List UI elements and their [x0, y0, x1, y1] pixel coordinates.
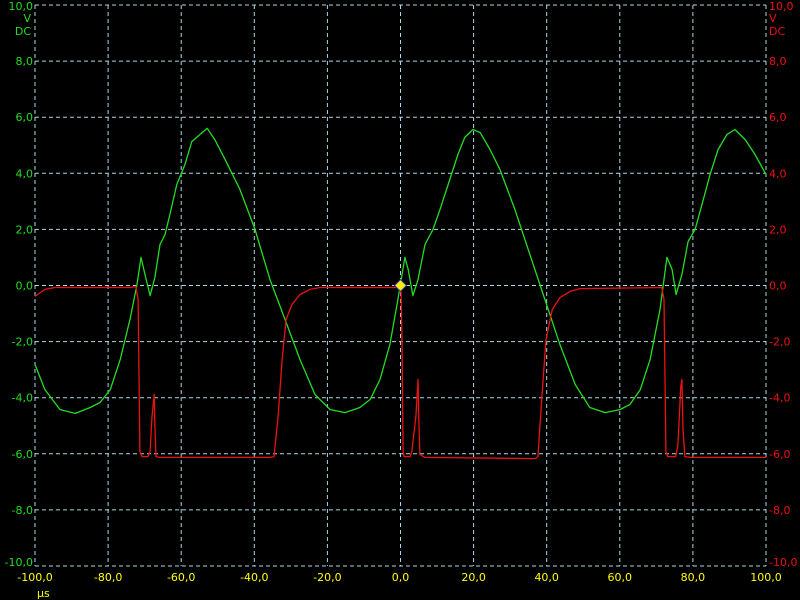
right-y-tick-label: -10,0 [769, 556, 797, 569]
right-coupling-label: DC [769, 25, 785, 38]
left-coupling-label: DC [15, 25, 31, 38]
left-y-tick-label: 0,0 [16, 280, 34, 293]
x-tick-label: -20,0 [313, 571, 341, 584]
x-tick-label: 20,0 [461, 571, 486, 584]
x-tick-label: -80,0 [94, 571, 122, 584]
right-y-tick-label: 10,0 [769, 0, 794, 13]
traces [34, 127, 767, 460]
left-y-tick-label: -10,0 [5, 556, 33, 569]
x-tick-label: 60,0 [608, 571, 633, 584]
x-tick-label: -100,0 [17, 571, 52, 584]
left-y-tick-label: -6,0 [12, 448, 33, 461]
left-y-tick-label: -8,0 [12, 504, 33, 517]
right-unit-label: V [769, 12, 777, 25]
left-y-tick-label: -2,0 [12, 336, 33, 349]
x-tick-label: -60,0 [167, 571, 195, 584]
right-y-tick-label: 0,0 [769, 280, 787, 293]
trigger-marker-icon [393, 278, 408, 293]
left-y-tick-label: 4,0 [16, 167, 34, 180]
right-y-tick-label: 8,0 [769, 55, 787, 68]
left-y-tick-label: -4,0 [12, 392, 33, 405]
left-y-tick-label: 10,0 [9, 0, 34, 13]
x-tick-label: 100,0 [750, 571, 782, 584]
right-y-tick-label: 6,0 [769, 111, 787, 124]
left-unit-label: V [23, 12, 31, 25]
x-tick-label: 80,0 [681, 571, 706, 584]
right-y-tick-label: 2,0 [769, 223, 787, 236]
x-axis-unit-label: µs [37, 587, 50, 600]
oscilloscope-plot: V DC V DC µs -100,0 -80,0 -60,0 -40,0 -20,0 0… [5, 0, 798, 600]
right-y-tick-label: -8,0 [769, 504, 790, 517]
x-tick-label: 0,0 [392, 571, 410, 584]
left-y-tick-label: 8,0 [16, 55, 34, 68]
left-y-tick-label: 2,0 [16, 223, 34, 236]
right-y-tick-label: 4,0 [769, 167, 787, 180]
right-y-tick-label: -6,0 [769, 448, 790, 461]
right-y-tick-label: -4,0 [769, 392, 790, 405]
right-y-tick-label: -2,0 [769, 336, 790, 349]
left-y-tick-label: 6,0 [16, 111, 34, 124]
x-tick-label: 40,0 [534, 571, 559, 584]
x-tick-label: -40,0 [240, 571, 268, 584]
